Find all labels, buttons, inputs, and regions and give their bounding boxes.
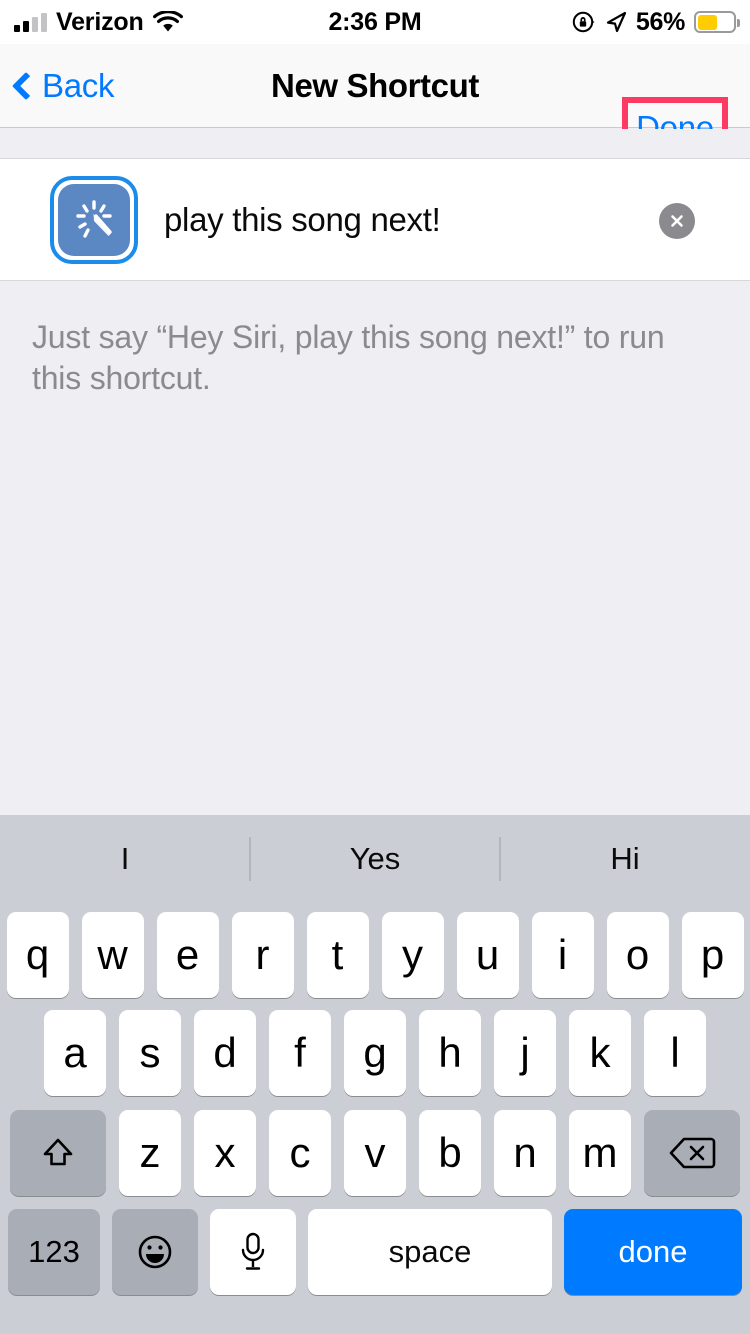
clock-label: 2:36 PM — [328, 7, 422, 36]
predictive-text-bar: I Yes Hi — [0, 815, 750, 903]
status-bar-right: 56% — [572, 0, 740, 44]
emoji-smiley-icon[interactable] — [112, 1209, 198, 1295]
prediction-candidate-3[interactable]: Hi — [500, 815, 750, 903]
key-u[interactable]: u — [456, 912, 519, 998]
battery-percent-label: 56% — [635, 7, 685, 36]
shift-arrow-up-icon[interactable] — [10, 1110, 106, 1196]
key-d[interactable]: d — [194, 1010, 256, 1096]
key-a[interactable]: a — [44, 1010, 106, 1096]
navigation-bar: Back New Shortcut Done — [0, 44, 750, 159]
key-g[interactable]: g — [344, 1010, 406, 1096]
key-q[interactable]: q — [6, 912, 69, 998]
space-key[interactable]: space — [308, 1209, 552, 1295]
backspace-delete-icon[interactable] — [644, 1110, 740, 1196]
key-z[interactable]: z — [119, 1110, 181, 1196]
key-x[interactable]: x — [194, 1110, 256, 1196]
prediction-divider — [249, 837, 251, 881]
clear-circle-x-icon[interactable] — [659, 203, 695, 239]
key-h[interactable]: h — [419, 1010, 481, 1096]
key-b[interactable]: b — [419, 1110, 481, 1196]
key-w[interactable]: w — [81, 912, 144, 998]
key-s[interactable]: s — [119, 1010, 181, 1096]
siri-phrase-text: play this song next! — [164, 200, 441, 238]
prediction-candidate-1[interactable]: I — [0, 815, 250, 903]
location-arrow-icon — [605, 11, 627, 33]
key-l[interactable]: l — [644, 1010, 706, 1096]
key-e[interactable]: e — [156, 912, 219, 998]
key-n[interactable]: n — [494, 1110, 556, 1196]
content-area: play this song next! Just say “Hey Siri,… — [0, 129, 750, 815]
battery-low-power-icon — [694, 11, 740, 33]
keyboard-row-2: a s d f g h j k l — [0, 1003, 750, 1103]
prediction-candidate-2[interactable]: Yes — [250, 815, 500, 903]
keyboard-row-1: q w e r t y u i o p — [0, 903, 750, 1003]
key-f[interactable]: f — [269, 1010, 331, 1096]
magic-wand-icon — [58, 183, 130, 256]
status-bar: Verizon 2:36 PM 56% — [0, 0, 750, 44]
key-j[interactable]: j — [494, 1010, 556, 1096]
software-keyboard: I Yes Hi q w e r t y u i o p a s d f g h… — [0, 815, 750, 1334]
keyboard-row-3: z x c v b n m — [0, 1103, 750, 1203]
key-p[interactable]: p — [681, 912, 744, 998]
prediction-divider — [499, 837, 501, 881]
siri-phrase-row[interactable]: play this song next! — [0, 158, 750, 281]
key-i[interactable]: i — [531, 912, 594, 998]
key-r[interactable]: r — [231, 912, 294, 998]
shortcut-icon-container — [50, 175, 138, 264]
key-y[interactable]: y — [381, 912, 444, 998]
key-v[interactable]: v — [344, 1110, 406, 1196]
keyboard-row-4: 123 space done — [0, 1203, 750, 1301]
key-k[interactable]: k — [569, 1010, 631, 1096]
return-done-key[interactable]: done — [564, 1209, 742, 1295]
key-t[interactable]: t — [306, 912, 369, 998]
numeric-keyboard-button[interactable]: 123 — [8, 1209, 100, 1295]
rotation-lock-icon — [572, 10, 596, 34]
siri-hint-text: Just say “Hey Siri, play this song next!… — [32, 319, 665, 396]
key-o[interactable]: o — [606, 912, 669, 998]
key-m[interactable]: m — [569, 1110, 631, 1196]
key-c[interactable]: c — [269, 1110, 331, 1196]
microphone-icon[interactable] — [210, 1209, 296, 1295]
iphone-screen: Verizon 2:36 PM 56% Back New Shortcut Do… — [0, 0, 750, 1334]
